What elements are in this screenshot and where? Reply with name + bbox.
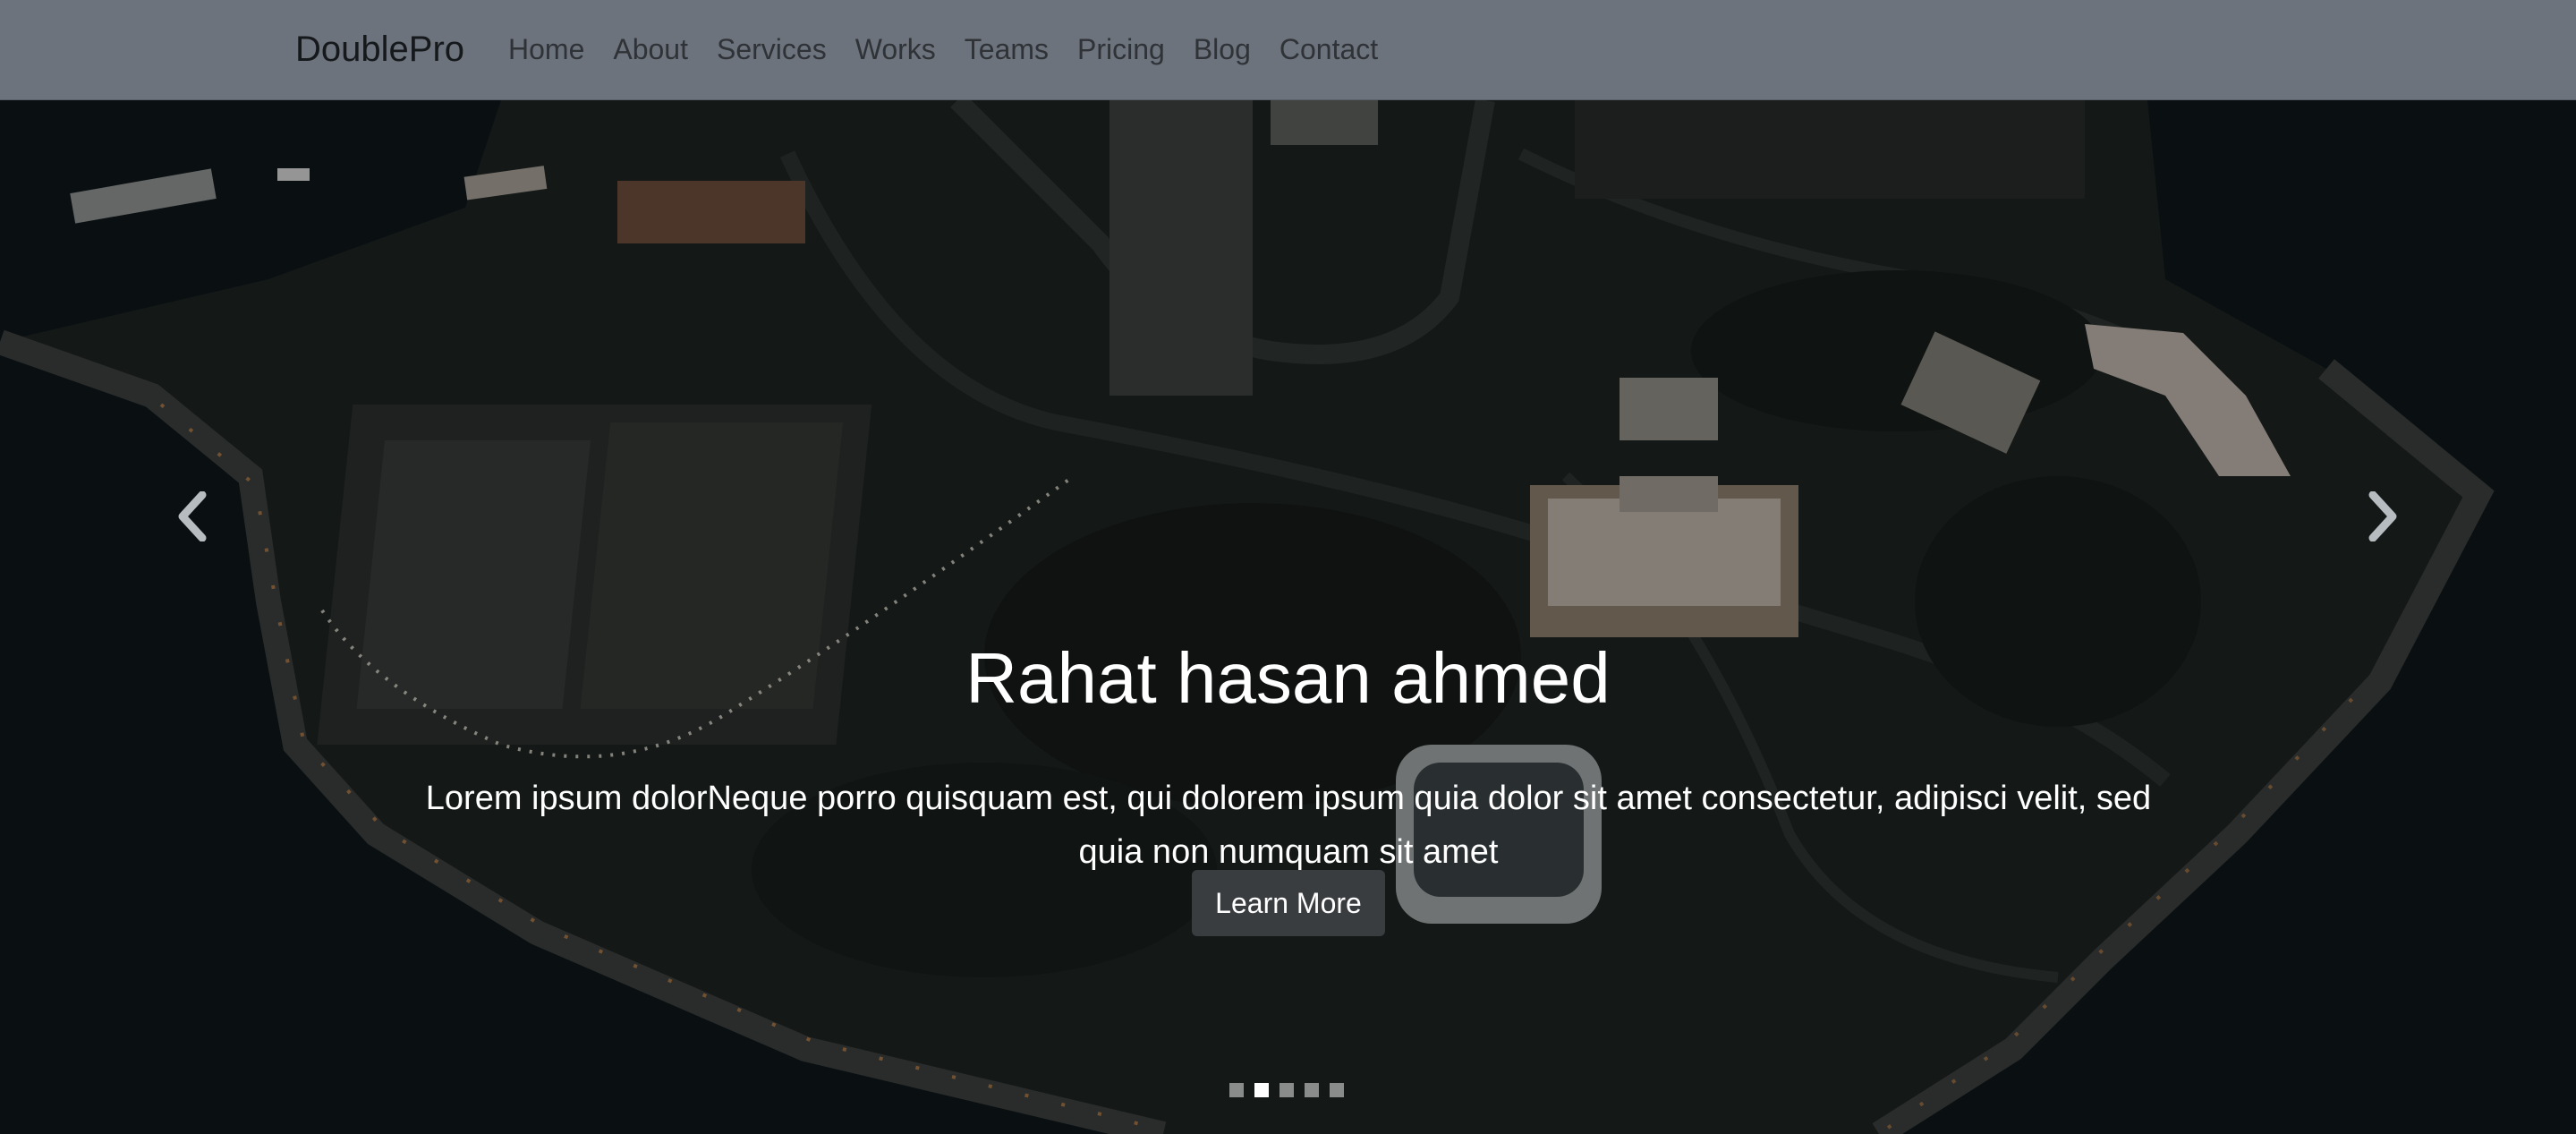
carousel-indicator-1[interactable] <box>1229 1083 1244 1097</box>
carousel-indicator-2[interactable] <box>1254 1083 1269 1097</box>
carousel-next-button[interactable] <box>2355 481 2409 552</box>
carousel-indicator-4[interactable] <box>1305 1083 1319 1097</box>
hero-carousel: Rahat hasan ahmed Lorem ipsum dolorNeque… <box>0 100 2576 1134</box>
carousel-indicator-5[interactable] <box>1330 1083 1344 1097</box>
chevron-right-icon <box>2368 490 2397 542</box>
carousel-prev-button[interactable] <box>166 481 220 552</box>
carousel-indicator-3[interactable] <box>1279 1083 1294 1097</box>
hero-title: Rahat hasan ahmed <box>965 638 1611 718</box>
nav-link-blog[interactable]: Blog <box>1179 27 1265 72</box>
nav-link-about[interactable]: About <box>599 27 702 72</box>
nav-link-contact[interactable]: Contact <box>1265 27 1392 72</box>
nav-link-teams[interactable]: Teams <box>950 27 1063 72</box>
hero-background-image <box>0 100 2576 1134</box>
nav-menu: Home About Services Works Teams Pricing … <box>494 27 1392 72</box>
nav-link-works[interactable]: Works <box>841 27 950 72</box>
chevron-left-icon <box>178 490 207 542</box>
nav-link-home[interactable]: Home <box>494 27 599 72</box>
learn-more-button[interactable]: Learn More <box>1192 870 1385 936</box>
top-navbar: DoublePro Home About Services Works Team… <box>0 0 2576 100</box>
carousel-indicators <box>1229 1083 1344 1097</box>
nav-link-services[interactable]: Services <box>702 27 841 72</box>
nav-link-pricing[interactable]: Pricing <box>1063 27 1179 72</box>
hero-description: Lorem ipsum dolorNeque porro quisquam es… <box>425 780 2152 871</box>
brand-logo-link[interactable]: DoublePro <box>295 27 464 72</box>
